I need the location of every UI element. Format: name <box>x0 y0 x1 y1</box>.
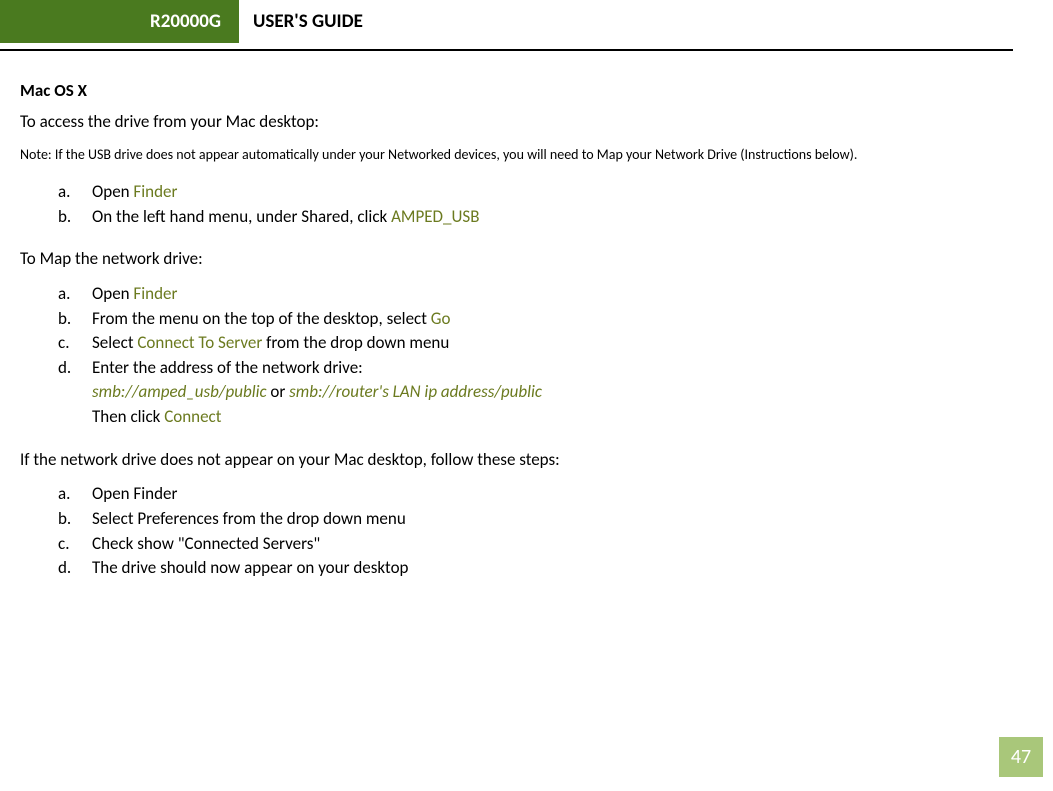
list-item: c. Check show "Connected Servers" <box>58 532 1015 557</box>
list-marker: c. <box>58 532 69 557</box>
list-item: b. From the menu on the top of the deskt… <box>58 307 1015 332</box>
list-marker: a. <box>58 180 70 205</box>
list-marker: b. <box>58 507 71 532</box>
step-highlight: AMPED_USB <box>391 206 479 227</box>
step-text: Open <box>92 283 133 304</box>
step-highlight: Finder <box>133 283 177 304</box>
list-item: b. On the left hand menu, under Shared, … <box>58 205 1015 230</box>
intro-paragraph: To access the drive from your Mac deskto… <box>20 110 1015 135</box>
list-item: c. Select Connect To Server from the dro… <box>58 331 1015 356</box>
list-item: a. Open Finder <box>58 282 1015 307</box>
list-item: a. Open Finder <box>58 180 1015 205</box>
list-item: b. Select Preferences from the drop down… <box>58 507 1015 532</box>
network-address: smb://router's LAN ip address/public <box>289 381 542 402</box>
step-highlight: Connect <box>164 406 221 427</box>
if-heading: If the network drive does not appear on … <box>20 448 1015 473</box>
list-marker: b. <box>58 307 71 332</box>
step-text: On the left hand menu, under Shared, cli… <box>92 206 391 227</box>
document-header: R20000G USER'S GUIDE <box>0 0 1053 43</box>
step-text: Select Preferences from the drop down me… <box>92 508 406 529</box>
step-text: Enter the address of the network drive: <box>92 357 363 378</box>
steps-map-drive: a. Open Finder b. From the menu on the t… <box>20 282 1015 430</box>
step-text: Then click <box>92 406 164 427</box>
section-title-macosx: Mac OS X <box>20 79 1015 104</box>
steps-access-drive: a. Open Finder b. On the left hand menu,… <box>20 180 1015 229</box>
model-badge: R20000G <box>0 0 239 43</box>
list-marker: c. <box>58 331 69 356</box>
list-marker: d. <box>58 556 71 581</box>
step-highlight: Connect To Server <box>137 332 262 353</box>
step-highlight: Go <box>431 308 451 329</box>
list-item: d. Enter the address of the network driv… <box>58 356 1015 430</box>
document-title: USER'S GUIDE <box>239 0 1053 43</box>
list-marker: d. <box>58 356 71 381</box>
list-marker: a. <box>58 282 70 307</box>
step-text: From the menu on the top of the desktop,… <box>92 308 431 329</box>
note-paragraph: Note: If the USB drive does not appear a… <box>20 144 1015 166</box>
step-text: from the drop down menu <box>262 332 449 353</box>
step-text: Open Finder <box>92 483 177 504</box>
map-heading: To Map the network drive: <box>20 247 1015 272</box>
step-text: The drive should now appear on your desk… <box>92 557 408 578</box>
step-text: Select <box>92 332 137 353</box>
step-text: Open <box>92 181 133 202</box>
page-content: Mac OS X To access the drive from your M… <box>0 51 1053 581</box>
list-marker: b. <box>58 205 71 230</box>
list-marker: a. <box>58 482 70 507</box>
step-text: or <box>267 381 290 402</box>
steps-show-drive: a. Open Finder b. Select Preferences fro… <box>20 482 1015 581</box>
page-number: 47 <box>999 737 1043 777</box>
network-address: smb://amped_usb/public <box>92 381 267 402</box>
step-text: Check show "Connected Servers" <box>92 533 320 554</box>
list-item: a. Open Finder <box>58 482 1015 507</box>
step-highlight: Finder <box>133 181 177 202</box>
list-item: d. The drive should now appear on your d… <box>58 556 1015 581</box>
